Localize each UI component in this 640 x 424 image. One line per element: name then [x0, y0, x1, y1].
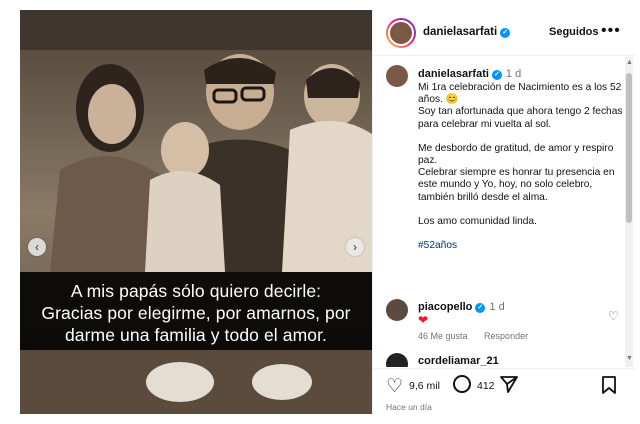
scroll-thumb[interactable]: [626, 73, 632, 223]
share-icon[interactable]: [499, 374, 519, 399]
bookmark-icon[interactable]: [601, 375, 617, 400]
likes-count[interactable]: 9,6 mil: [409, 380, 440, 392]
verified-badge-icon: ✓: [500, 28, 511, 38]
caption-paragraph: Los amo comunidad linda.: [418, 215, 537, 227]
comment-text: ❤: [418, 313, 429, 327]
chevron-right-icon: ›: [353, 240, 357, 254]
caption-paragraph: Soy tan afortunada que ahora tengo 2 fec…: [418, 106, 623, 130]
next-image-button[interactable]: ›: [346, 238, 364, 256]
overlay-line: Gracias por elegirme, por amarnos, por: [41, 303, 351, 323]
comment-author: piacopello ✓ 1 d: [418, 301, 505, 313]
hashtag-link[interactable]: #52años: [418, 240, 625, 252]
author-username[interactable]: danielasarfati ✓: [423, 26, 511, 38]
heart-icon[interactable]: ♡: [386, 375, 403, 398]
author-name[interactable]: danielasarfati: [423, 26, 497, 38]
comment-author-name[interactable]: piacopello: [418, 301, 472, 313]
comment-time: 1 d: [489, 301, 505, 313]
comment-like-heart-icon[interactable]: ♡: [608, 309, 619, 323]
comment-author: cordeliamar_21: [418, 355, 499, 367]
backdrop: [0, 0, 20, 424]
avatar[interactable]: [386, 353, 408, 367]
post-image: A mis papás sólo quiero decirle: Gracias…: [20, 10, 372, 414]
comment-icon[interactable]: [453, 375, 471, 393]
more-icon[interactable]: •••: [601, 22, 621, 40]
comments-count: 412: [477, 380, 495, 392]
follow-button[interactable]: Seguidos: [549, 26, 599, 38]
post-timestamp: Hace un día: [386, 402, 432, 412]
caption-paragraph: Celebrar siempre es honrar tu presencia …: [418, 167, 615, 203]
verified-badge-icon: ✓: [475, 303, 486, 313]
overlay-line: darme una familia y todo el amor.: [64, 325, 328, 345]
post-header: danielasarfati ✓ Seguidos •••: [373, 10, 635, 56]
avatar[interactable]: [386, 65, 408, 87]
caption-author-name[interactable]: danielasarfati: [418, 68, 489, 80]
post-side-panel: danielasarfati ✓ Seguidos ••• danielasarf…: [372, 10, 635, 414]
caption-text: Mi 1ra celebración de Nacimiento es a lo…: [418, 82, 625, 252]
caption-paragraph: Mi 1ra celebración de Nacimiento es a lo…: [418, 82, 622, 106]
instagram-post-view: A mis papás sólo quiero decirle: Gracias…: [0, 0, 640, 424]
caption-time: 1 d: [505, 68, 522, 80]
chevron-left-icon: ‹: [35, 240, 39, 254]
comment-meta: 46 Me gusta Responder: [418, 331, 542, 341]
author-avatar[interactable]: [386, 18, 416, 48]
avatar: [388, 20, 414, 46]
post-actions: ♡ 9,6 mil 412 Hace un día: [373, 368, 635, 414]
scroll-up-icon[interactable]: ▲: [626, 59, 633, 66]
prev-image-button[interactable]: ‹: [28, 238, 46, 256]
comment-author-name[interactable]: cordeliamar_21: [418, 355, 499, 367]
scroll-down-icon[interactable]: ▼: [626, 355, 633, 362]
scrollbar[interactable]: ▲ ▼: [625, 57, 633, 367]
caption-author: danielasarfati ✓ 1 d: [418, 68, 521, 80]
verified-badge-icon: ✓: [491, 70, 502, 80]
family-photo: [20, 10, 372, 414]
overlay-line: A mis papás sólo quiero decirle:: [70, 281, 322, 301]
comments-scroll-area[interactable]: danielasarfati ✓ 1 d Mi 1ra celebración de…: [373, 57, 625, 367]
caption-paragraph: Me desbordo de gratitud, de amor y respi…: [418, 142, 614, 167]
image-text-overlay: A mis papás sólo quiero decirle: Gracias…: [20, 272, 372, 350]
avatar[interactable]: [386, 299, 408, 321]
reply-button[interactable]: Responder: [484, 331, 528, 341]
comment-likes[interactable]: 46 Me gusta: [418, 331, 468, 341]
